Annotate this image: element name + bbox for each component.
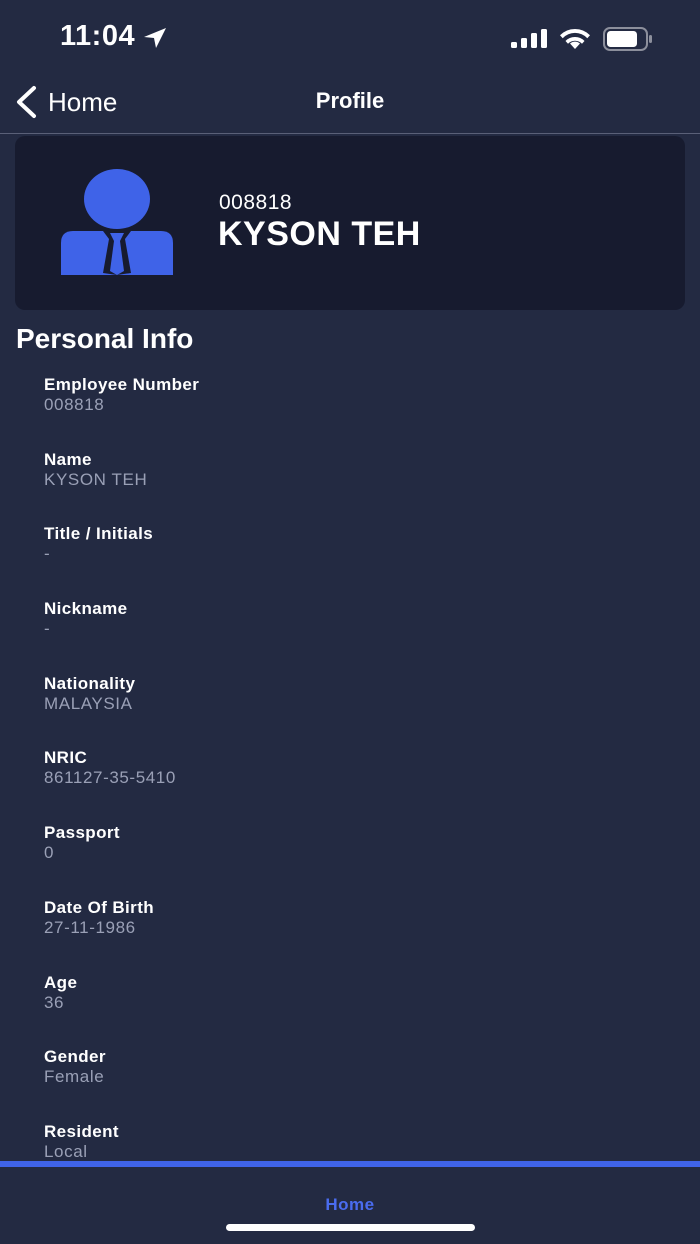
status-bar: 11:04 [0, 0, 700, 76]
info-item-nric: NRIC 861127-35-5410 [44, 748, 664, 823]
info-value: 008818 [44, 395, 105, 414]
profile-card: 008818 KYSON TEH [15, 136, 685, 310]
info-label: Nationality [44, 673, 136, 693]
info-item-nationality: Nationality MALAYSIA [44, 674, 664, 749]
personal-info-heading: Personal Info [16, 323, 194, 354]
profile-employee-id: 008818 [219, 191, 293, 214]
battery-icon [603, 27, 652, 51]
info-value: 861127-35-5410 [44, 768, 176, 788]
info-item-age: Age 36 [44, 973, 664, 1048]
info-item-gender: Gender Female [44, 1047, 664, 1122]
info-value: 36 [44, 992, 65, 1012]
personal-info-list: Employee Number 008818 Name KYSON TEH Ti… [44, 375, 664, 1197]
location-arrow-icon [144, 28, 166, 48]
info-value: KYSON TEH [44, 469, 148, 489]
info-item-nickname: Nickname - [44, 599, 664, 674]
info-label: Nickname [44, 599, 128, 619]
info-item-title-initials: Title / Initials - [44, 524, 664, 599]
info-label: Name [44, 449, 92, 469]
tab-bar: Home [0, 1161, 700, 1244]
info-label: Title / Initials [44, 524, 154, 544]
info-label: NRIC [44, 748, 88, 768]
info-label: Resident [44, 1121, 119, 1141]
info-value: Female [44, 1067, 105, 1087]
cellular-signal-icon [511, 29, 547, 48]
info-label: Age [44, 972, 78, 992]
info-label: Employee Number [44, 375, 200, 394]
info-value: - [44, 619, 51, 639]
info-item-name: Name KYSON TEH [44, 450, 664, 525]
info-label: Passport [44, 823, 120, 843]
info-item-passport: Passport 0 [44, 823, 664, 898]
home-indicator[interactable] [226, 1224, 475, 1231]
profile-name: KYSON TEH [218, 215, 421, 253]
wifi-icon [560, 29, 590, 49]
tab-home[interactable]: Home [0, 1195, 700, 1215]
navigation-bar: Home Profile [0, 76, 700, 134]
info-value: MALAYSIA [44, 693, 133, 713]
person-avatar-icon [61, 169, 173, 275]
info-label: Gender [44, 1047, 106, 1067]
info-label: Date Of Birth [44, 897, 155, 917]
info-value: 0 [44, 843, 55, 863]
info-item-date-of-birth: Date Of Birth 27-11-1986 [44, 898, 664, 973]
info-value: Local [44, 1141, 88, 1161]
info-item-employee-number: Employee Number 008818 [44, 375, 664, 450]
info-value: 27-11-1986 [44, 917, 136, 937]
status-time: 11:04 [60, 20, 136, 52]
page-title: Profile [315, 88, 385, 113]
info-value: - [44, 544, 51, 564]
